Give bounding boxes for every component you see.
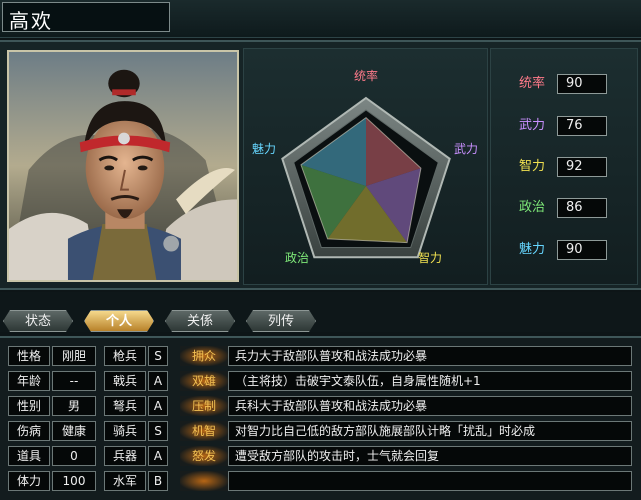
- skill-name-6: [180, 471, 228, 491]
- skill-desc-2: （主将技）击破宇文泰队伍，自身属性随机+1: [228, 371, 632, 391]
- stat-value-politics: 86: [557, 198, 607, 218]
- aptitude-label-navy: 水军: [104, 471, 146, 491]
- aptitude-label-halberd: 戟兵: [104, 371, 146, 391]
- info-value-gender: 男: [52, 396, 96, 416]
- skill-name-3[interactable]: 压制: [180, 396, 228, 416]
- stat-label-war: 武力: [518, 118, 545, 133]
- tab-relations[interactable]: 关係: [165, 310, 235, 332]
- info-value-stamina: 100: [52, 471, 96, 491]
- skill-desc-6: [228, 471, 632, 491]
- stat-label-politics: 政治: [518, 200, 545, 215]
- info-label-stamina: 体力: [8, 471, 50, 491]
- skill-name-2[interactable]: 双雄: [180, 371, 228, 391]
- info-label-items: 道具: [8, 446, 50, 466]
- info-value-age: --: [52, 371, 96, 391]
- aptitude-label-cavalry: 骑兵: [104, 421, 146, 441]
- radar-panel: 统率 武力 智力 政治 魅力: [243, 48, 488, 285]
- aptitude-label-spear: 枪兵: [104, 346, 146, 366]
- skill-name-5[interactable]: 怒发: [180, 446, 228, 466]
- general-portrait: [7, 50, 239, 282]
- aptitude-grade-halberd: A: [148, 371, 168, 391]
- aptitude-label-crossbow: 弩兵: [104, 396, 146, 416]
- stats-panel: 统率 90 武力 76 智力 92 政治 86 魅力 90: [490, 48, 638, 285]
- radar-label-politics: 政治: [285, 251, 309, 265]
- info-label-age: 年龄: [8, 371, 50, 391]
- aptitude-grade-cavalry: S: [148, 421, 168, 441]
- aptitude-grade-siege: A: [148, 446, 168, 466]
- stat-value-charisma: 90: [557, 240, 607, 260]
- aptitude-grade-navy: B: [148, 471, 168, 491]
- aptitude-grade-spear: S: [148, 346, 168, 366]
- skill-desc-3: 兵科大于敌部队普攻和战法成功必暴: [228, 396, 632, 416]
- tab-biography[interactable]: 列传: [246, 310, 316, 332]
- radar-label-command: 统率: [354, 68, 378, 83]
- stat-value-war: 76: [557, 116, 607, 136]
- radar-label-charisma: 魅力: [252, 141, 276, 156]
- tab-status[interactable]: 状态: [3, 310, 73, 332]
- info-value-items: 0: [52, 446, 96, 466]
- aptitude-label-siege: 兵器: [104, 446, 146, 466]
- tab-personal[interactable]: 个人: [84, 310, 154, 332]
- radar-chart: 统率 武力 智力 政治 魅力: [252, 68, 478, 265]
- stat-label-command: 统率: [518, 76, 545, 91]
- general-name: 高欢: [2, 2, 170, 33]
- stat-value-command: 90: [557, 74, 607, 94]
- aptitude-grade-crossbow: A: [148, 396, 168, 416]
- skill-desc-4: 对智力比自己低的敌方部队施展部队计略「扰乱」时必成: [228, 421, 632, 441]
- stat-label-intelligence: 智力: [518, 159, 545, 174]
- stat-label-charisma: 魅力: [518, 242, 545, 257]
- skill-desc-5: 遭受敌方部队的攻击时，士气就会回复: [228, 446, 632, 466]
- stat-value-intelligence: 92: [557, 157, 607, 177]
- radar-label-intelligence: 智力: [418, 250, 442, 265]
- info-label-injury: 伤病: [8, 421, 50, 441]
- info-label-personality: 性格: [8, 346, 50, 366]
- skill-desc-1: 兵力大于敌部队普攻和战法成功必暴: [228, 346, 632, 366]
- skill-name-4[interactable]: 机智: [180, 421, 228, 441]
- radar-label-war: 武力: [454, 142, 478, 156]
- skill-name-1[interactable]: 拥众: [180, 346, 228, 366]
- info-label-gender: 性别: [8, 396, 50, 416]
- info-value-injury: 健康: [52, 421, 96, 441]
- info-value-personality: 刚胆: [52, 346, 96, 366]
